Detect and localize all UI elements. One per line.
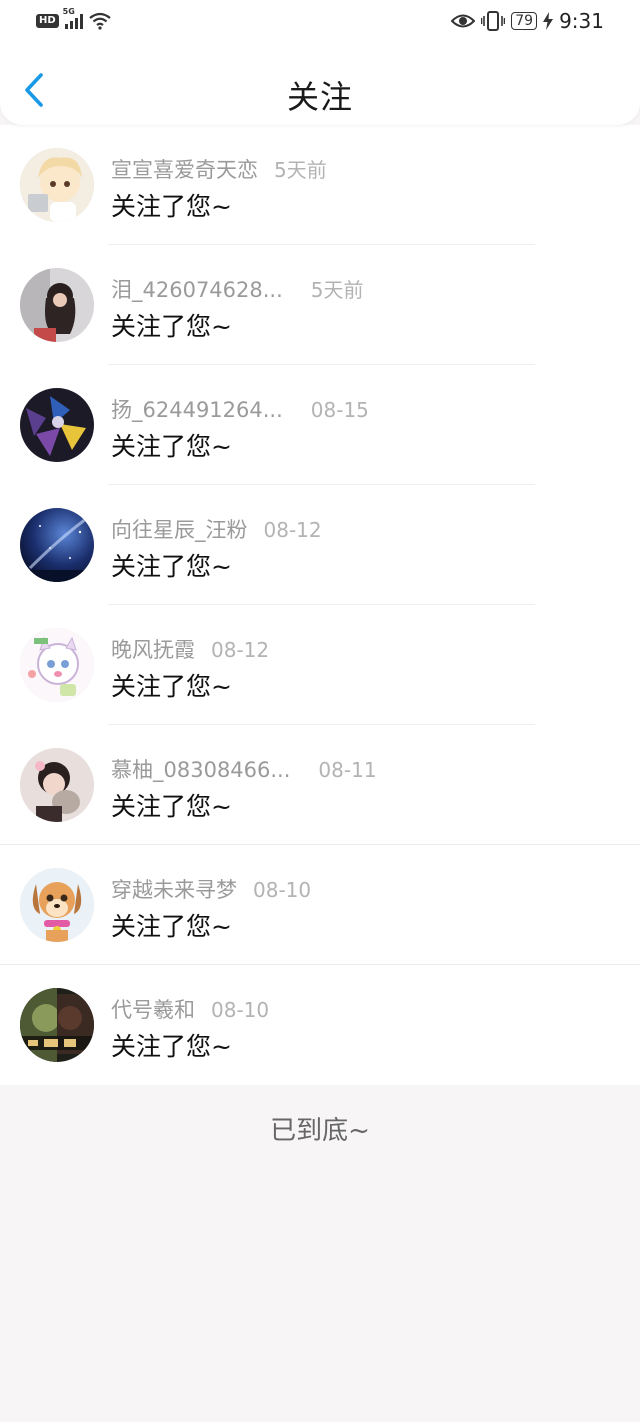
- list-item[interactable]: 宣宣喜爱奇天恋 5天前 关注了您~: [0, 125, 640, 245]
- nav-bar: 关注: [0, 48, 640, 124]
- page-title: 关注: [286, 78, 353, 116]
- clock: 9:31: [559, 9, 604, 33]
- wifi-icon: [88, 12, 111, 30]
- list-item[interactable]: 向往星辰_汪粉 08-12 关注了您~: [0, 485, 640, 605]
- follow-message: 关注了您~: [111, 1032, 232, 1061]
- eye-icon: [451, 14, 476, 28]
- list-item[interactable]: 代号羲和 08-10 关注了您~: [0, 965, 640, 1085]
- status-left: HD 5G: [36, 7, 111, 30]
- follow-message: 关注了您~: [111, 792, 232, 821]
- network-label: 5G: [62, 7, 75, 16]
- top-bar: HD 5G 79 9:31 关注: [0, 0, 640, 125]
- follow-time: 08-10: [253, 878, 312, 902]
- avatar[interactable]: [20, 508, 94, 582]
- avatar[interactable]: [20, 148, 94, 222]
- hd-badge: HD: [36, 14, 59, 28]
- follow-time: 5天前: [274, 158, 327, 182]
- follower-list: 宣宣喜爱奇天恋 5天前 关注了您~ 泪_426074628... 5天前 关注了您~: [0, 125, 640, 1085]
- follower-name: 宣宣喜爱奇天恋 5天前: [111, 158, 327, 182]
- list-item[interactable]: 扬_624491264... 08-15 关注了您~: [0, 365, 640, 485]
- avatar[interactable]: [20, 268, 94, 342]
- follow-message: 关注了您~: [111, 192, 232, 221]
- vibrate-icon: [481, 11, 506, 31]
- avatar[interactable]: [20, 988, 94, 1062]
- follow-message: 关注了您~: [111, 552, 232, 581]
- follower-name: 晚风抚霞 08-12: [111, 638, 270, 662]
- follow-time: 08-15: [310, 398, 369, 422]
- avatar[interactable]: [20, 748, 94, 822]
- status-right: 79 9:31: [451, 9, 604, 33]
- end-of-list-text: 已到底~: [270, 1116, 370, 1146]
- follow-time: 08-11: [318, 758, 377, 782]
- follow-message: 关注了您~: [111, 912, 232, 941]
- follow-time: 08-10: [211, 998, 270, 1022]
- list-item[interactable]: 晚风抚霞 08-12 关注了您~: [0, 605, 640, 725]
- list-item[interactable]: 泪_426074628... 5天前 关注了您~: [0, 245, 640, 365]
- follower-name: 向往星辰_汪粉 08-12: [111, 518, 322, 542]
- follow-time: 5天前: [310, 278, 364, 302]
- follow-time: 08-12: [211, 638, 270, 662]
- charging-icon: [543, 12, 554, 30]
- follower-name: 扬_624491264... 08-15: [111, 398, 369, 422]
- list-item[interactable]: 穿越未来寻梦 08-10 关注了您~: [0, 845, 640, 965]
- follow-message: 关注了您~: [111, 312, 232, 341]
- signal-icon: 5G: [63, 7, 83, 29]
- avatar[interactable]: [20, 388, 94, 462]
- follower-name: 泪_426074628... 5天前: [111, 278, 364, 302]
- list-item[interactable]: 慕柚_08308466... 08-11 关注了您~: [0, 725, 640, 845]
- avatar[interactable]: [20, 868, 94, 942]
- follow-message: 关注了您~: [111, 672, 232, 701]
- follower-name: 穿越未来寻梦 08-10: [111, 878, 312, 902]
- battery-icon: 79: [511, 12, 538, 30]
- avatar[interactable]: [20, 628, 94, 702]
- follower-name: 慕柚_08308466... 08-11: [111, 758, 377, 782]
- follow-time: 08-12: [263, 518, 322, 542]
- follow-message: 关注了您~: [111, 432, 232, 461]
- follower-name: 代号羲和 08-10: [111, 998, 270, 1022]
- status-bar: HD 5G 79 9:31: [0, 0, 640, 44]
